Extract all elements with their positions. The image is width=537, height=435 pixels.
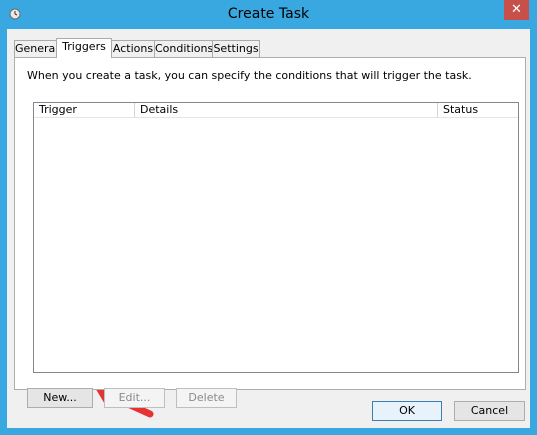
triggers-description: When you create a task, you can specify …: [27, 69, 472, 82]
create-task-window: Create Task ✕ General Triggers Actions C…: [0, 0, 537, 435]
new-trigger-button[interactable]: New...: [27, 388, 93, 408]
triggers-list[interactable]: Trigger Details Status: [33, 102, 519, 373]
cancel-button[interactable]: Cancel: [454, 401, 525, 421]
delete-trigger-button[interactable]: Delete: [176, 388, 237, 408]
ok-button[interactable]: OK: [372, 401, 442, 421]
edit-trigger-button[interactable]: Edit...: [104, 388, 165, 408]
title-bar[interactable]: Create Task ✕: [0, 0, 537, 28]
column-header-details[interactable]: Details: [135, 103, 438, 118]
tab-settings[interactable]: Settings: [212, 40, 260, 57]
window-title: Create Task: [227, 6, 310, 22]
tab-conditions[interactable]: Conditions: [154, 40, 213, 57]
tab-triggers[interactable]: Triggers: [56, 38, 112, 58]
tab-actions[interactable]: Actions: [111, 40, 155, 57]
column-header-trigger[interactable]: Trigger: [34, 103, 135, 118]
column-header-status[interactable]: Status: [438, 103, 518, 118]
close-button[interactable]: ✕: [504, 0, 529, 20]
triggers-tab-panel: When you create a task, you can specify …: [14, 57, 526, 408]
close-icon: ✕: [511, 2, 522, 17]
dialog-client-area: General Triggers Actions Conditions Sett…: [7, 29, 530, 428]
tab-general[interactable]: General: [14, 40, 58, 57]
